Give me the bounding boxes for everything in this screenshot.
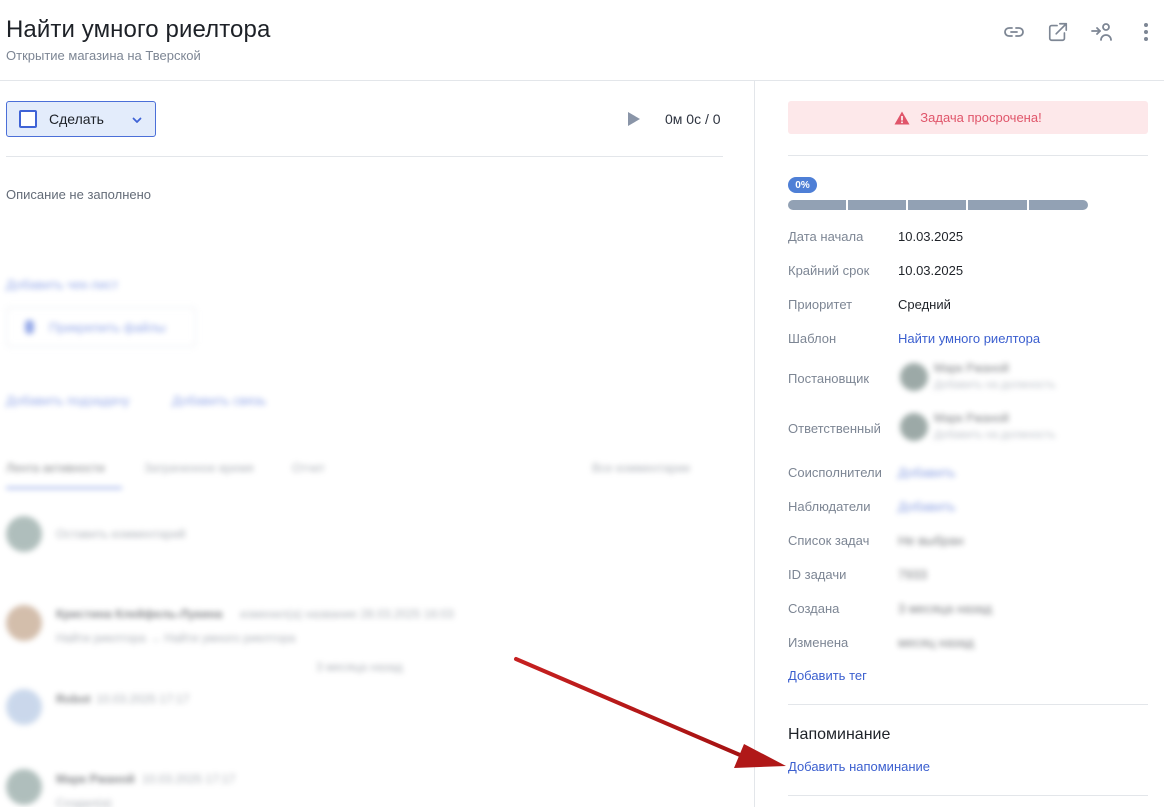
task-id-label: ID задачи bbox=[788, 567, 847, 582]
overdue-text: Задача просрочена! bbox=[920, 110, 1042, 125]
chevron-down-icon[interactable] bbox=[131, 113, 143, 131]
comment-meta: 10.03.2025 17:17 bbox=[96, 692, 190, 706]
coexecutors-label: Соисполнители bbox=[788, 465, 882, 480]
comment-text: Создал(а) bbox=[56, 796, 112, 807]
task-list-label: Список задач bbox=[788, 533, 870, 548]
description-placeholder[interactable]: Описание не заполнено bbox=[6, 187, 151, 202]
link-icon[interactable] bbox=[1002, 20, 1026, 44]
divider bbox=[788, 704, 1148, 705]
task-id-value: 7933 bbox=[898, 567, 927, 582]
attach-files-button[interactable]: Прикрепить файлы bbox=[6, 307, 196, 347]
divider bbox=[788, 795, 1148, 796]
add-reminder-link[interactable]: Добавить напоминание bbox=[788, 759, 930, 774]
do-task-label: Сделать bbox=[49, 111, 104, 127]
task-details-panel: Задача просрочена! 0% Дата начала 10.03.… bbox=[756, 81, 1164, 807]
observers-label: Наблюдатели bbox=[788, 499, 871, 514]
add-observer-link[interactable]: Добавить bbox=[898, 499, 955, 514]
template-link[interactable]: Найти умного риелтора bbox=[898, 331, 1040, 346]
comment-author: Кристина Клейфель-Лукина bbox=[56, 607, 223, 621]
template-label: Шаблон bbox=[788, 331, 837, 346]
avatar bbox=[900, 413, 928, 441]
author-user[interactable]: Марк Ржаной Добавить на должность bbox=[898, 357, 1078, 399]
comment-meta: изменил(а) название 28.03.2025 16:03 bbox=[240, 607, 454, 621]
start-date-value[interactable]: 10.03.2025 bbox=[898, 229, 963, 244]
checkbox-icon bbox=[19, 110, 37, 128]
comment-author: Robot bbox=[56, 692, 91, 706]
author-role: Добавить на должность bbox=[934, 379, 1056, 391]
overdue-alert: Задача просрочена! bbox=[788, 101, 1148, 134]
project-subtitle[interactable]: Открытие магазина на Тверской bbox=[6, 48, 201, 63]
start-date-label: Дата начала bbox=[788, 229, 864, 244]
avatar bbox=[900, 363, 928, 391]
leave-comment-input[interactable]: Оставить комментарий bbox=[56, 527, 186, 541]
created-label: Создана bbox=[788, 601, 840, 616]
add-link-link[interactable]: Добавить связь bbox=[172, 393, 266, 408]
avatar bbox=[6, 605, 42, 641]
attach-files-label: Прикрепить файлы bbox=[49, 320, 166, 335]
progress-bar bbox=[788, 200, 1088, 210]
robot-avatar bbox=[6, 689, 42, 725]
responsible-label: Ответственный bbox=[788, 421, 881, 436]
priority-label: Приоритет bbox=[788, 297, 853, 312]
task-main-panel: Сделать 0м 0с / 0 Описание не заполнено … bbox=[0, 81, 755, 807]
comment-meta: 10.03.2025 17:17 bbox=[142, 772, 236, 786]
progress-badge: 0% bbox=[788, 177, 817, 193]
created-value: 3 месяца назад bbox=[898, 601, 992, 616]
do-task-button[interactable]: Сделать bbox=[6, 101, 156, 137]
author-name: Марк Ржаной bbox=[934, 361, 1009, 375]
comment-text: Найти риелтора → Найти умного риелтора bbox=[56, 631, 296, 645]
delegate-user-icon[interactable] bbox=[1090, 20, 1114, 44]
warning-icon bbox=[894, 111, 910, 124]
author-label: Постановщик bbox=[788, 371, 870, 386]
comments-filter[interactable]: Все комментарии bbox=[592, 461, 690, 475]
add-coexecutor-link[interactable]: Добавить bbox=[898, 465, 955, 480]
tab-report[interactable]: Отчет bbox=[292, 461, 325, 475]
divider bbox=[788, 155, 1148, 156]
paperclip-icon bbox=[25, 320, 34, 334]
tab-time[interactable]: Затраченное время bbox=[144, 461, 254, 475]
add-subtask-link[interactable]: Добавить подзадачу bbox=[6, 393, 130, 408]
date-divider: 3 месяца назад bbox=[316, 660, 403, 674]
avatar bbox=[6, 516, 42, 552]
open-external-icon[interactable] bbox=[1046, 20, 1070, 44]
modified-value: месяц назад bbox=[898, 635, 974, 650]
comment-author: Марк Ржаной bbox=[56, 772, 135, 786]
reminder-heading: Напоминание bbox=[788, 726, 891, 743]
task-list-value[interactable]: Не выбран bbox=[898, 533, 964, 548]
deadline-value[interactable]: 10.03.2025 bbox=[898, 263, 963, 278]
tab-underline bbox=[6, 487, 122, 489]
modified-label: Изменена bbox=[788, 635, 849, 650]
tab-activity[interactable]: Лента активности bbox=[6, 461, 105, 475]
play-icon[interactable] bbox=[627, 111, 641, 132]
page-title: Найти умного риелтора bbox=[6, 16, 271, 43]
responsible-user[interactable]: Марк Ржаной Добавить на должность bbox=[898, 407, 1078, 449]
avatar bbox=[6, 769, 42, 805]
time-tracker: 0м 0с / 0 bbox=[665, 111, 721, 127]
blurred-activity-area: Добавить чек-лист Прикрепить файлы Добав… bbox=[0, 241, 740, 807]
task-header: Найти умного риелтора Открытие магазина … bbox=[0, 0, 1164, 81]
priority-value[interactable]: Средний bbox=[898, 297, 951, 312]
add-tag-link[interactable]: Добавить тег bbox=[788, 668, 867, 683]
more-vertical-icon[interactable] bbox=[1134, 20, 1158, 44]
deadline-label: Крайний срок bbox=[788, 263, 870, 278]
responsible-name: Марк Ржаной bbox=[934, 411, 1009, 425]
divider bbox=[6, 156, 723, 157]
responsible-role: Добавить на должность bbox=[934, 429, 1056, 441]
add-checklist-link[interactable]: Добавить чек-лист bbox=[6, 277, 118, 292]
